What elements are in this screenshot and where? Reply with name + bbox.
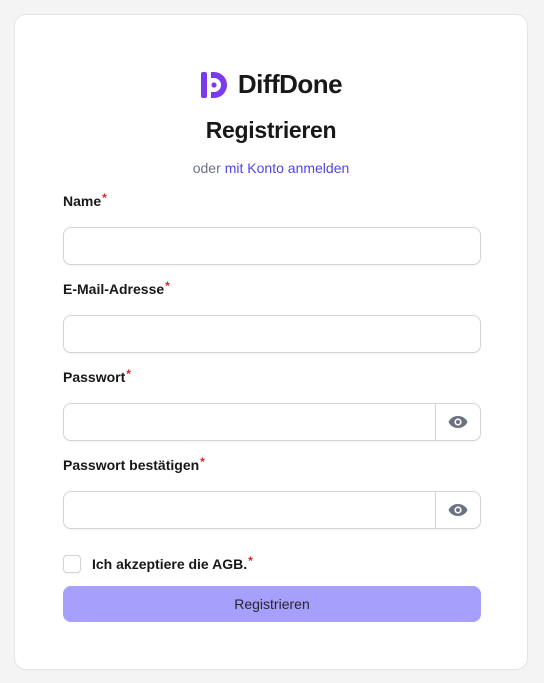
brand: DiffDone [15, 69, 527, 100]
required-mark: * [102, 191, 107, 205]
register-card: DiffDone Registrieren oder mit Konto anme… [14, 14, 528, 670]
password-visibility-toggle[interactable] [435, 404, 480, 440]
subtitle: oder mit Konto anmelden [15, 160, 527, 176]
name-label-text: Name [63, 193, 102, 209]
name-label: Name * [63, 191, 481, 211]
email-input-wrapper [63, 315, 481, 353]
password-confirm-label-text: Passwort bestätigen [63, 457, 200, 473]
brand-name: DiffDone [237, 69, 343, 99]
name-input-wrapper [63, 227, 481, 265]
required-mark: * [126, 367, 131, 381]
diffdone-logo-icon [200, 71, 227, 98]
login-link[interactable]: mit Konto anmelden [225, 160, 350, 176]
password-confirm-label: Passwort bestätigen * [63, 455, 481, 475]
required-mark: * [165, 279, 170, 293]
terms-row: Ich akzeptiere die AGB. * [63, 555, 253, 573]
password-input-wrapper [63, 403, 481, 441]
password-confirm-input-wrapper [63, 491, 481, 529]
password-input[interactable] [64, 404, 435, 440]
subtitle-prefix: oder [192, 160, 221, 176]
email-field-group: E-Mail-Adresse * [63, 279, 481, 353]
eye-icon [448, 416, 468, 428]
terms-label[interactable]: Ich akzeptiere die AGB. * [92, 554, 253, 572]
name-input[interactable] [64, 228, 480, 264]
password-label-text: Passwort [63, 369, 126, 385]
name-field-group: Name * [63, 191, 481, 265]
terms-label-text: Ich akzeptiere die AGB. [92, 556, 248, 572]
password-field-group: Passwort * [63, 367, 481, 441]
required-mark: * [200, 455, 205, 469]
email-label: E-Mail-Adresse * [63, 279, 481, 299]
password-confirm-field-group: Passwort bestätigen * [63, 455, 481, 529]
register-button[interactable]: Registrieren [63, 586, 481, 622]
eye-icon [448, 504, 468, 516]
password-confirm-visibility-toggle[interactable] [435, 492, 480, 528]
password-confirm-input[interactable] [64, 492, 435, 528]
password-label: Passwort * [63, 367, 481, 387]
page-title: Registrieren [205, 117, 337, 143]
required-mark: * [248, 554, 253, 568]
email-input[interactable] [64, 316, 480, 352]
terms-checkbox[interactable] [63, 555, 81, 573]
email-label-text: E-Mail-Adresse [63, 281, 165, 297]
